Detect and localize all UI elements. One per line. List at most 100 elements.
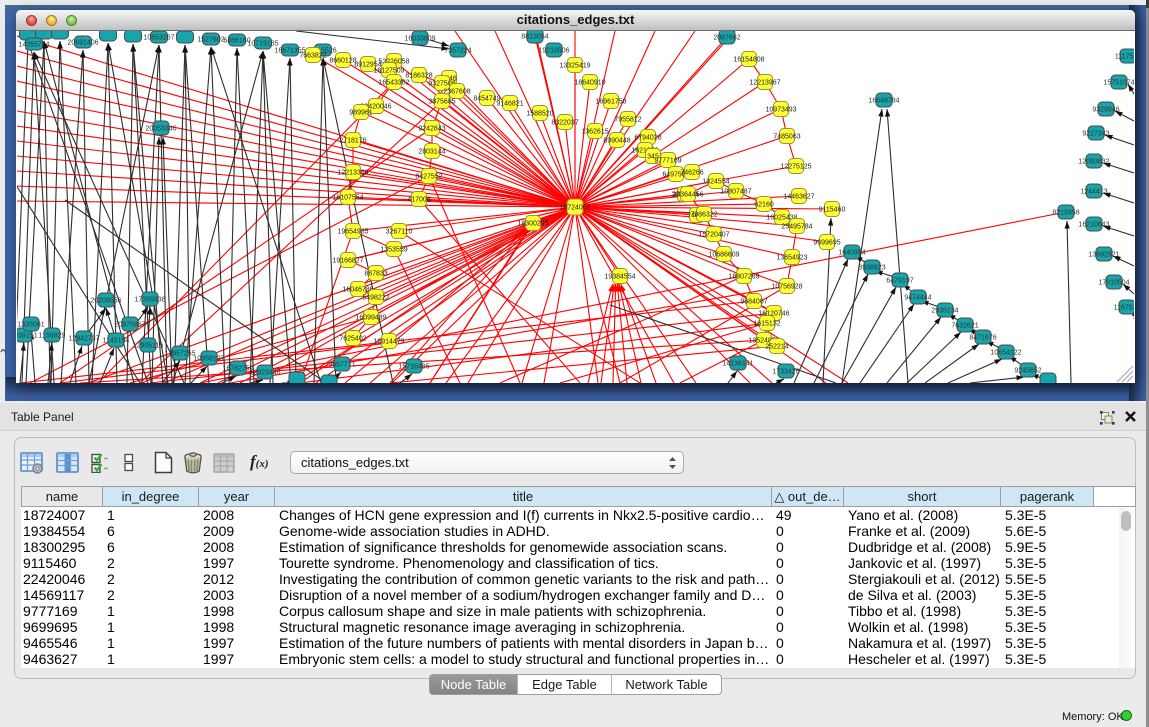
svg-text:19166827: 19166827 <box>332 258 363 265</box>
svg-text:8938923: 8938923 <box>858 265 885 272</box>
svg-text:9329946: 9329946 <box>1092 107 1119 114</box>
svg-text:1145154: 1145154 <box>103 338 130 345</box>
svg-text:16033809: 16033809 <box>404 36 435 43</box>
svg-text:9227343: 9227343 <box>1082 131 1109 138</box>
svg-text:19654985: 19654985 <box>337 229 368 236</box>
svg-text:7485063: 7485063 <box>773 134 800 141</box>
svg-text:17359938: 17359938 <box>134 297 165 304</box>
svg-text:8215958: 8215958 <box>1052 210 1079 217</box>
svg-text:417006: 417006 <box>407 197 430 204</box>
svg-text:9657771: 9657771 <box>328 362 355 369</box>
svg-text:989961: 989961 <box>349 110 372 117</box>
svg-text:1167534: 1167534 <box>1114 305 1134 312</box>
svg-text:9777169: 9777169 <box>654 158 681 165</box>
svg-text:1824554: 1824554 <box>702 179 729 186</box>
svg-text:1615132: 1615132 <box>753 321 780 328</box>
svg-text:9242843: 9242843 <box>418 126 445 133</box>
svg-text:9146821: 9146821 <box>496 101 523 108</box>
svg-text:7357224: 7357224 <box>444 48 471 55</box>
svg-text:10756928: 10756928 <box>771 284 802 291</box>
svg-text:8990448: 8990448 <box>603 138 630 145</box>
svg-text:3875685: 3875685 <box>428 99 455 106</box>
svg-text:9699695: 9699695 <box>813 240 840 247</box>
svg-text:16543362: 16543362 <box>378 80 409 87</box>
svg-text:1117534: 1117534 <box>1115 54 1134 61</box>
svg-text:7625402: 7625402 <box>339 336 366 343</box>
svg-text:16961758: 16961758 <box>595 99 626 106</box>
svg-text:1733426: 1733426 <box>772 369 799 376</box>
svg-text:7663822: 7663822 <box>299 53 326 60</box>
svg-text:8427552: 8427552 <box>415 174 442 181</box>
svg-text:17010504: 17010504 <box>1098 280 1129 287</box>
svg-text:20206556: 20206556 <box>90 298 121 305</box>
svg-text:1156829: 1156829 <box>39 333 66 340</box>
svg-text:12942737: 12942737 <box>68 336 99 343</box>
svg-text:7986322: 7986322 <box>690 212 717 219</box>
svg-text:16648784: 16648784 <box>868 98 899 105</box>
svg-text:18640910: 18640910 <box>574 80 605 87</box>
svg-text:10654122: 10654122 <box>990 350 1021 357</box>
svg-text:14136141: 14136141 <box>722 361 753 368</box>
svg-text:2087662: 2087662 <box>713 35 740 42</box>
svg-text:10719185: 10719185 <box>247 41 278 48</box>
svg-text:15716485: 15716485 <box>398 364 429 371</box>
svg-text:1335061: 1335061 <box>17 322 44 329</box>
svg-text:746266: 746266 <box>680 170 703 177</box>
svg-text:1640954: 1640954 <box>838 250 865 257</box>
svg-text:10958107: 10958107 <box>193 356 224 363</box>
svg-text:20053346: 20053346 <box>145 126 176 133</box>
svg-text:62160: 62160 <box>754 202 774 209</box>
svg-text:12213967: 12213967 <box>749 80 780 87</box>
svg-text:1939151: 1939151 <box>17 333 38 340</box>
svg-text:12093832: 12093832 <box>1078 159 1109 166</box>
svg-text:10973493: 10973493 <box>765 107 796 114</box>
svg-text:8660128: 8660128 <box>329 58 356 65</box>
svg-text:13654923: 13654923 <box>776 255 807 262</box>
svg-text:13692921: 13692921 <box>1088 252 1119 259</box>
svg-text:8322037: 8322037 <box>551 120 578 127</box>
svg-text:19218506: 19218506 <box>538 48 569 55</box>
svg-text:15720407: 15720407 <box>698 232 729 239</box>
svg-text:887833: 887833 <box>364 271 387 278</box>
svg-text:14463627: 14463627 <box>783 194 814 201</box>
svg-text:12213369: 12213369 <box>337 170 368 177</box>
svg-text:15751074: 15751074 <box>1103 80 1134 87</box>
svg-text:9245652: 9245652 <box>1014 368 1041 375</box>
svg-text:18127509: 18127509 <box>373 68 404 75</box>
svg-text:17957255: 17957255 <box>164 351 195 358</box>
svg-text:12923446: 12923446 <box>249 370 280 377</box>
svg-text:7955812: 7955812 <box>614 117 641 124</box>
svg-text:8471676: 8471676 <box>969 335 996 342</box>
svg-text:9115460: 9115460 <box>819 207 846 214</box>
svg-text:10686609: 10686609 <box>708 252 739 259</box>
svg-text:1362615: 1362615 <box>581 129 608 136</box>
svg-text:16107554: 16107554 <box>332 195 363 202</box>
svg-text:18807269: 18807269 <box>728 274 759 281</box>
svg-text:252214: 252214 <box>765 344 788 351</box>
svg-text:6794028: 6794028 <box>634 135 661 142</box>
svg-text:14055724: 14055724 <box>18 42 49 49</box>
svg-text:3267110: 3267110 <box>386 229 413 236</box>
svg-text:1527602: 1527602 <box>197 37 224 44</box>
svg-text:12275125: 12275125 <box>780 164 811 171</box>
svg-text:5498222: 5498222 <box>362 295 389 302</box>
svg-text:10653267: 10653267 <box>143 35 174 42</box>
svg-text:13325419: 13325419 <box>559 63 590 70</box>
svg-text:1244413: 1244413 <box>1080 189 1107 196</box>
svg-text:18300295: 18300295 <box>517 221 548 228</box>
svg-text:19384554: 19384554 <box>604 274 635 281</box>
svg-text:8813054: 8813054 <box>521 34 548 41</box>
svg-text:2718176: 2718176 <box>339 138 366 145</box>
svg-text:20691406: 20691406 <box>67 40 98 47</box>
svg-text:16099489: 16099489 <box>355 315 386 322</box>
svg-text:12905115: 12905115 <box>133 343 164 350</box>
svg-text:2935134: 2935134 <box>931 308 958 315</box>
svg-text:7632621: 7632621 <box>951 323 978 330</box>
svg-text:8186328: 8186328 <box>405 73 432 80</box>
svg-text:20364456: 20364456 <box>672 192 703 199</box>
svg-text:2803144: 2803144 <box>418 149 445 156</box>
svg-text:16210643: 16210643 <box>1078 222 1109 229</box>
svg-text:9684067: 9684067 <box>740 299 767 306</box>
svg-text:16914479: 16914479 <box>373 339 404 346</box>
svg-text:20975867: 20975867 <box>114 322 145 329</box>
